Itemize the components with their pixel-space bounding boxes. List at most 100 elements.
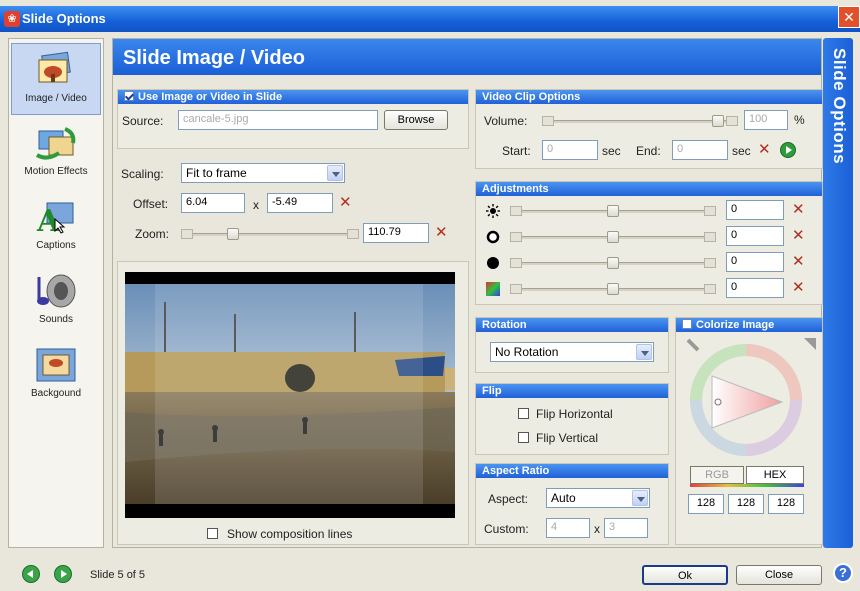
use-image-header: Use Image or Video in Slide xyxy=(118,90,468,104)
motion-icon xyxy=(35,127,76,160)
start-field[interactable]: 0 xyxy=(542,140,598,160)
green-field[interactable]: 128 xyxy=(728,494,764,514)
sounds-icon xyxy=(37,274,76,308)
adjustment-slider-thumb[interactable] xyxy=(607,205,619,217)
rotation-value: No Rotation xyxy=(495,345,559,359)
blue-field[interactable]: 128 xyxy=(768,494,804,514)
rotation-select[interactable]: No Rotation xyxy=(490,342,654,362)
scaling-value: Fit to frame xyxy=(186,166,247,180)
previous-slide-icon[interactable] xyxy=(22,565,40,583)
sidebar-item-motion-effects[interactable]: Motion Effects xyxy=(11,117,101,189)
volume-field[interactable]: 100 xyxy=(744,110,788,130)
page-title: Slide Image / Video xyxy=(113,39,821,75)
custom-label: Custom: xyxy=(484,522,529,536)
hex-toggle[interactable]: HEX xyxy=(746,466,804,484)
volume-slider-thumb[interactable] xyxy=(712,115,724,127)
footer-bar: Slide 5 of 5 Ok Close xyxy=(0,557,860,591)
zoom-field[interactable]: 110.79 xyxy=(363,223,429,243)
close-button[interactable]: Close xyxy=(736,565,822,585)
adjustment-slider[interactable] xyxy=(510,282,716,296)
eyedropper-icon xyxy=(686,338,700,352)
adjustment-value-field[interactable]: 0 xyxy=(726,200,784,220)
offset-x-field[interactable]: 6.04 xyxy=(181,193,245,213)
sidebar-item-captions[interactable]: A Captions xyxy=(11,191,101,263)
sidebar-item-label: Image / Video xyxy=(25,93,87,104)
reset-adjustment-icon[interactable]: ✕ xyxy=(792,254,805,269)
red-field[interactable]: 128 xyxy=(688,494,724,514)
flip-section: Flip Flip Horizontal Flip Vertical xyxy=(475,383,669,455)
custom-width-field[interactable]: 4 xyxy=(546,518,590,538)
reset-adjustment-icon[interactable]: ✕ xyxy=(792,228,805,243)
volume-unit: % xyxy=(794,113,805,127)
offset-separator: x xyxy=(253,198,259,212)
sidebar-item-sounds[interactable]: Sounds xyxy=(11,265,101,337)
sidebar-item-background[interactable]: Backgound xyxy=(11,339,101,411)
aspect-value: Auto xyxy=(551,491,576,505)
custom-height-field[interactable]: 3 xyxy=(604,518,648,538)
flip-horizontal-checkbox[interactable] xyxy=(518,408,529,419)
end-unit: sec xyxy=(732,144,751,158)
sidebar-item-image-video[interactable]: Image / Video xyxy=(11,43,101,115)
help-icon[interactable]: ? xyxy=(833,563,853,583)
app-icon: ❀ xyxy=(4,11,20,27)
reset-zoom-icon[interactable]: ✕ xyxy=(435,225,448,240)
rgb-toggle[interactable]: RGB xyxy=(690,466,744,484)
colorize-checkbox[interactable] xyxy=(682,319,692,329)
color-strip xyxy=(690,484,804,487)
harbor-photo xyxy=(125,272,455,518)
reset-adjustment-icon[interactable]: ✕ xyxy=(792,280,805,295)
adjustment-slider-thumb[interactable] xyxy=(607,283,619,295)
vertical-title: Slide Options xyxy=(830,48,849,165)
adjustments-header: Adjustments xyxy=(476,182,822,196)
volume-label: Volume: xyxy=(484,114,528,128)
aspect-label: Aspect: xyxy=(488,492,529,506)
reset-offset-icon[interactable]: ✕ xyxy=(339,195,352,210)
color-wheel[interactable] xyxy=(680,336,820,456)
hue-icon xyxy=(486,282,500,296)
scaling-select[interactable]: Fit to frame xyxy=(181,163,345,183)
source-field[interactable]: cancale-5.jpg xyxy=(178,110,378,130)
right-title-panel: Slide Options xyxy=(823,38,853,548)
sidebar-item-label: Backgound xyxy=(30,388,82,399)
adjustment-value-field[interactable]: 0 xyxy=(726,226,784,246)
rotation-header: Rotation xyxy=(476,318,668,332)
adjustment-slider-thumb[interactable] xyxy=(607,257,619,269)
chevron-down-icon xyxy=(632,490,648,506)
flip-horizontal-label: Flip Horizontal xyxy=(536,407,613,421)
browse-button[interactable]: Browse xyxy=(384,110,448,130)
window-title: Slide Options xyxy=(22,11,106,26)
reset-clip-icon[interactable]: ✕ xyxy=(758,142,771,157)
composition-lines-label: Show composition lines xyxy=(227,527,353,541)
aspect-select[interactable]: Auto xyxy=(546,488,650,508)
adjustment-value-field[interactable]: 0 xyxy=(726,278,784,298)
zoom-slider[interactable] xyxy=(181,227,359,241)
adjustment-slider-thumb[interactable] xyxy=(607,231,619,243)
composition-lines-checkbox[interactable] xyxy=(207,528,218,539)
adjustments-section: Adjustments 0 ✕ 0 ✕ 0 ✕ 0 ✕ xyxy=(475,181,823,305)
reset-adjustment-icon[interactable]: ✕ xyxy=(792,202,805,217)
offset-y-field[interactable]: -5.49 xyxy=(267,193,333,213)
adjustment-slider[interactable] xyxy=(510,230,716,244)
zoom-label: Zoom: xyxy=(135,227,170,241)
play-icon[interactable] xyxy=(780,142,796,158)
start-label: Start: xyxy=(502,144,531,158)
image-icon xyxy=(38,51,71,83)
zoom-slider-thumb[interactable] xyxy=(226,228,239,240)
use-image-checkbox[interactable] xyxy=(124,91,134,101)
use-image-label: Use Image or Video in Slide xyxy=(138,91,283,103)
brightness-icon xyxy=(486,204,500,218)
end-field[interactable]: 0 xyxy=(672,140,728,160)
adjustment-slider[interactable] xyxy=(510,256,716,270)
flip-header: Flip xyxy=(476,384,668,398)
ok-button[interactable]: Ok xyxy=(642,565,728,585)
slide-options-window: ❀ Slide Options ✕ Image / Video Motion E… xyxy=(0,0,860,591)
volume-slider[interactable] xyxy=(542,114,738,128)
flip-vertical-checkbox[interactable] xyxy=(518,432,529,443)
sidebar-item-label: Captions xyxy=(36,240,76,251)
adjustment-slider[interactable] xyxy=(510,204,716,218)
adjustment-value-field[interactable]: 0 xyxy=(726,252,784,272)
gamma-icon xyxy=(487,257,499,269)
close-window-icon[interactable]: ✕ xyxy=(838,6,860,28)
next-slide-icon[interactable] xyxy=(54,565,72,583)
chevron-down-icon xyxy=(327,165,343,181)
